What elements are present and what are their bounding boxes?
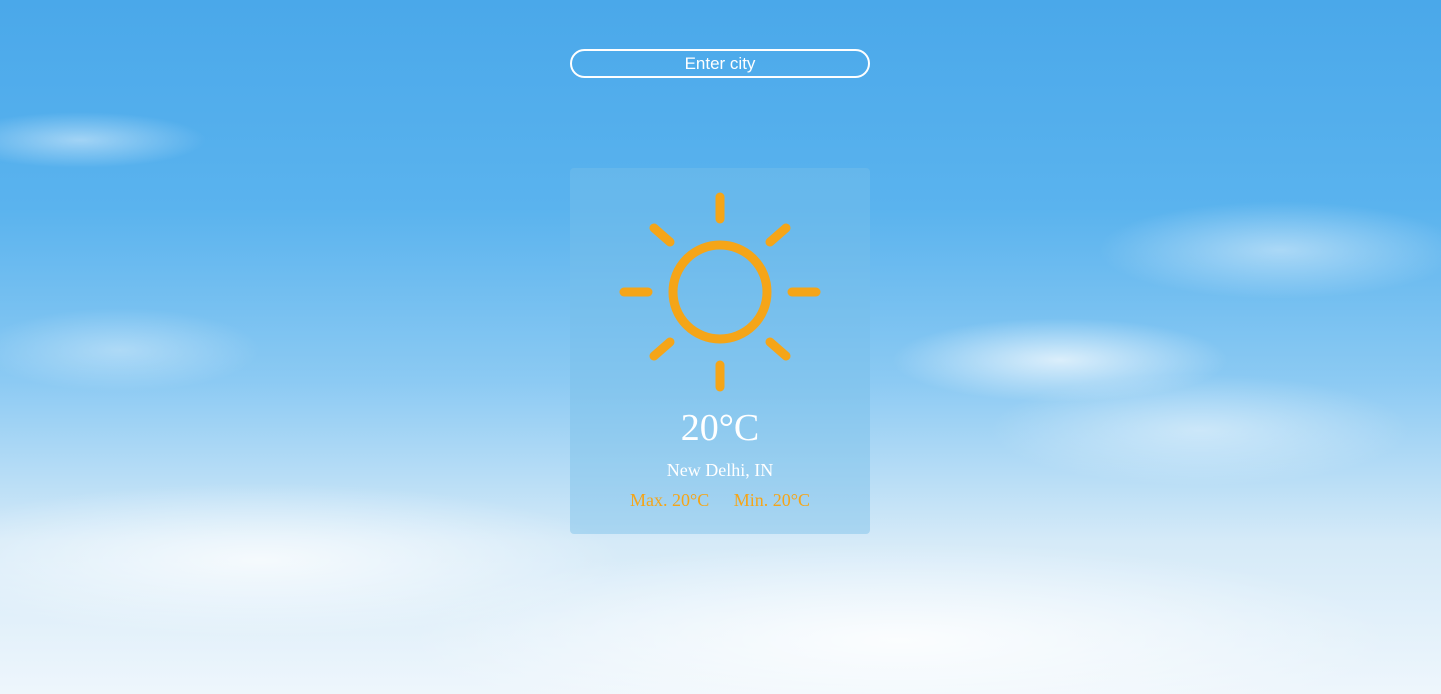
- min-temperature: Min. 20°C: [733, 490, 810, 510]
- location-label: New Delhi, IN: [666, 460, 774, 480]
- sun-icon: [619, 192, 821, 392]
- search-bar: [570, 49, 870, 78]
- min-max-row: Max. 20°C Min. 20°C: [570, 489, 870, 511]
- temperature-value: 20°C: [680, 407, 760, 449]
- max-temperature: Max. 20°C: [630, 490, 710, 510]
- city-search-input[interactable]: [570, 49, 870, 78]
